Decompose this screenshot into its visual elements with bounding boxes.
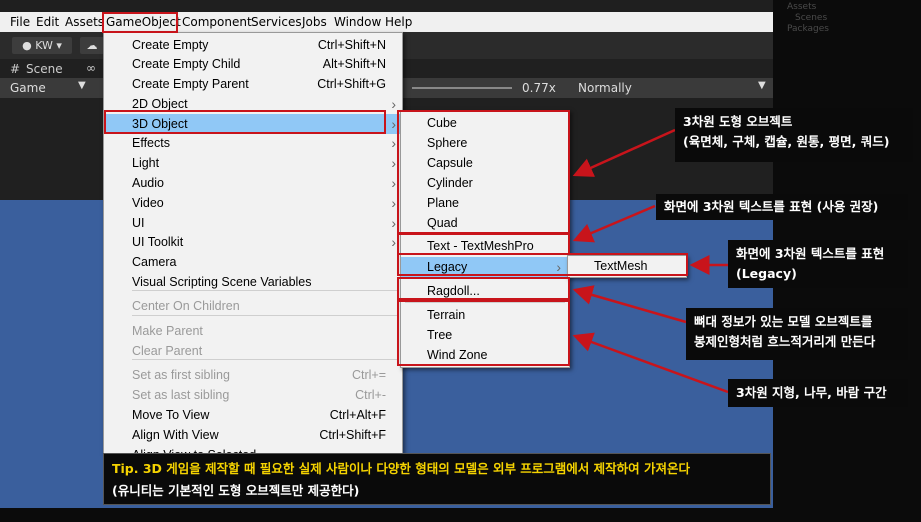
callout-text: 봉제인형처럼 흐느적거리게 만든다 <box>694 334 876 349</box>
arrow-ragdoll <box>572 285 687 324</box>
callout-text: 화면에 3차원 텍스트를 표현 <box>736 246 885 261</box>
callout-ragdoll: 뼈대 정보가 있는 모델 오브젝트를 봉제인형처럼 흐느적거리게 만든다 <box>686 308 908 360</box>
callout-text: 3차원 지형, 나무, 바람 구간 <box>736 385 887 400</box>
arrow-shapes <box>572 128 676 177</box>
callout-environment: 3차원 지형, 나무, 바람 구간 <box>728 379 908 407</box>
callout-text: 3차원 도형 오브젝트 <box>683 114 793 129</box>
tip-line-2: (유니티는 기본적인 도형 오브젝트만 제공한다) <box>112 483 360 498</box>
callout-textmeshpro: 화면에 3차원 텍스트를 표현 (사용 권장) <box>656 194 908 220</box>
arrow-textmeshpro <box>572 204 656 243</box>
callout-text: (Legacy) <box>736 266 797 281</box>
callout-text: 화면에 3차원 텍스트를 표현 (사용 권장) <box>664 199 879 214</box>
callout-text: (육면체, 구체, 캡슐, 원통, 평면, 쿼드) <box>683 134 890 149</box>
tip-box: Tip. 3D 게임을 제작할 때 필요한 실제 사람이나 다양한 형태의 모델… <box>103 453 771 505</box>
tip-line-1: Tip. 3D 게임을 제작할 때 필요한 실제 사람이나 다양한 형태의 모델… <box>112 461 691 476</box>
callout-legacy: 화면에 3차원 텍스트를 표현 (Legacy) <box>728 240 908 288</box>
callout-shapes: 3차원 도형 오브젝트 (육면체, 구체, 캡슐, 원통, 평면, 쿼드) <box>675 108 913 162</box>
callout-text: 뼈대 정보가 있는 모델 오브젝트를 <box>694 314 873 329</box>
